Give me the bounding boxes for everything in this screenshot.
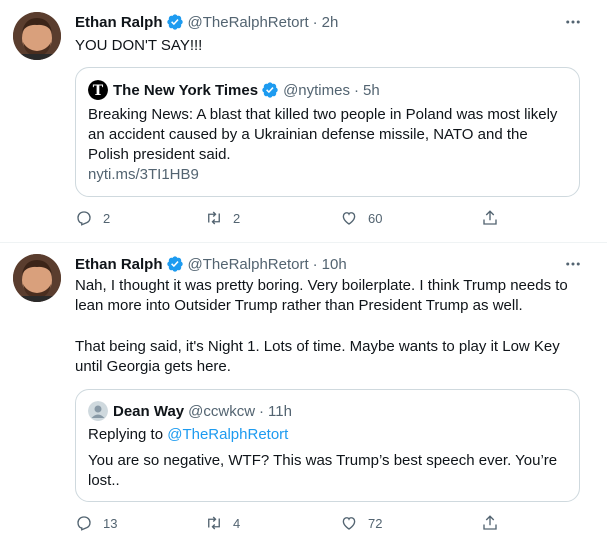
quoted-tweet[interactable]: T The New York Times @nytimes · 5h Break… <box>75 67 580 197</box>
quoted-tweet[interactable]: Dean Way @ccwkcw · 11h Replying to @TheR… <box>75 389 580 502</box>
avatar[interactable] <box>13 254 61 302</box>
avatar[interactable] <box>13 12 61 60</box>
reply-icon <box>77 516 91 531</box>
replying-to-handle[interactable]: @TheRalphRetort <box>167 426 288 443</box>
reply-count: 13 <box>103 515 118 531</box>
tweet-actions: 2 2 60 <box>75 209 505 229</box>
more-options-button[interactable] <box>561 254 585 274</box>
quoted-tweet-header: T The New York Times @nytimes · 5h <box>88 80 380 100</box>
replying-to-prefix: Replying to <box>88 426 168 443</box>
reply-button[interactable]: 13 <box>75 514 117 532</box>
retweet-button[interactable]: 4 <box>205 514 240 532</box>
quoted-tweet-header: Dean Way @ccwkcw · 11h <box>88 401 292 421</box>
tweet[interactable]: Ethan Ralph @TheRalphRetort · 10h Nah, I… <box>0 243 607 551</box>
heart-icon <box>342 212 356 225</box>
author-name[interactable]: Ethan Ralph <box>75 14 163 31</box>
like-count: 60 <box>368 210 383 226</box>
quoted-tweet-text: Breaking News: A blast that killed two p… <box>88 106 558 163</box>
tweet-actions: 13 4 72 <box>75 514 505 534</box>
share-icon <box>483 515 497 530</box>
timestamp[interactable]: 10h <box>322 256 347 273</box>
tweet[interactable]: Ethan Ralph @TheRalphRetort · 2h YOU DON… <box>0 0 607 242</box>
share-button[interactable] <box>481 514 509 532</box>
tweet-text: YOU DON'T SAY!!! <box>75 37 203 54</box>
verified-badge-icon <box>262 82 278 98</box>
quoted-timestamp[interactable]: 11h <box>268 403 292 420</box>
avatar-image <box>13 12 61 60</box>
retweet-icon <box>208 516 220 530</box>
heart-icon <box>342 517 356 530</box>
quoted-tweet-text: You are so negative, WTF? This was Trump… <box>88 452 558 489</box>
separator-dot: · <box>353 81 359 99</box>
avatar-image <box>13 254 61 302</box>
like-count: 72 <box>368 515 383 531</box>
tweet-header: Ethan Ralph @TheRalphRetort · 10h <box>75 254 347 274</box>
share-button[interactable] <box>481 209 509 227</box>
default-avatar-icon <box>88 401 108 421</box>
separator-dot: · <box>312 13 318 31</box>
reply-count: 2 <box>103 210 111 226</box>
share-icon <box>483 210 497 225</box>
quoted-author-name[interactable]: The New York Times <box>113 82 258 99</box>
retweet-count: 4 <box>233 515 241 531</box>
reply-button[interactable]: 2 <box>75 209 110 227</box>
quoted-author-name[interactable]: Dean Way <box>113 403 184 420</box>
retweet-button[interactable]: 2 <box>205 209 240 227</box>
quoted-author-handle[interactable]: @nytimes <box>283 82 350 99</box>
svg-text:T: T <box>93 83 104 99</box>
replying-to-line: Replying to @TheRalphRetort <box>88 425 568 445</box>
nyt-logo-icon: T <box>88 80 108 100</box>
like-button[interactable]: 72 <box>340 514 382 532</box>
author-handle[interactable]: @TheRalphRetort <box>188 256 309 273</box>
reply-icon <box>77 211 91 226</box>
verified-badge-icon <box>166 14 183 30</box>
verified-badge-icon <box>166 256 183 272</box>
retweet-icon <box>208 211 220 225</box>
timestamp[interactable]: 2h <box>322 14 339 31</box>
tweet-text-paragraph: Nah, I thought it was pretty boring. Ver… <box>75 277 572 314</box>
tweet-text-paragraph: That being said, it's Night 1. Lots of t… <box>75 338 564 375</box>
separator-dot: · <box>312 255 318 273</box>
retweet-count: 2 <box>233 210 241 226</box>
more-options-button[interactable] <box>561 12 585 32</box>
more-dots-icon <box>566 20 580 24</box>
quoted-tweet-link[interactable]: nyti.ms/3TI1HB9 <box>88 165 568 185</box>
quoted-timestamp[interactable]: 5h <box>363 82 380 99</box>
author-handle[interactable]: @TheRalphRetort <box>188 14 309 31</box>
like-button[interactable]: 60 <box>340 209 382 227</box>
quoted-author-handle[interactable]: @ccwkcw <box>188 403 255 420</box>
more-dots-icon <box>566 262 580 266</box>
author-name[interactable]: Ethan Ralph <box>75 256 163 273</box>
tweet-header: Ethan Ralph @TheRalphRetort · 2h <box>75 12 338 32</box>
separator-dot: · <box>259 402 265 420</box>
